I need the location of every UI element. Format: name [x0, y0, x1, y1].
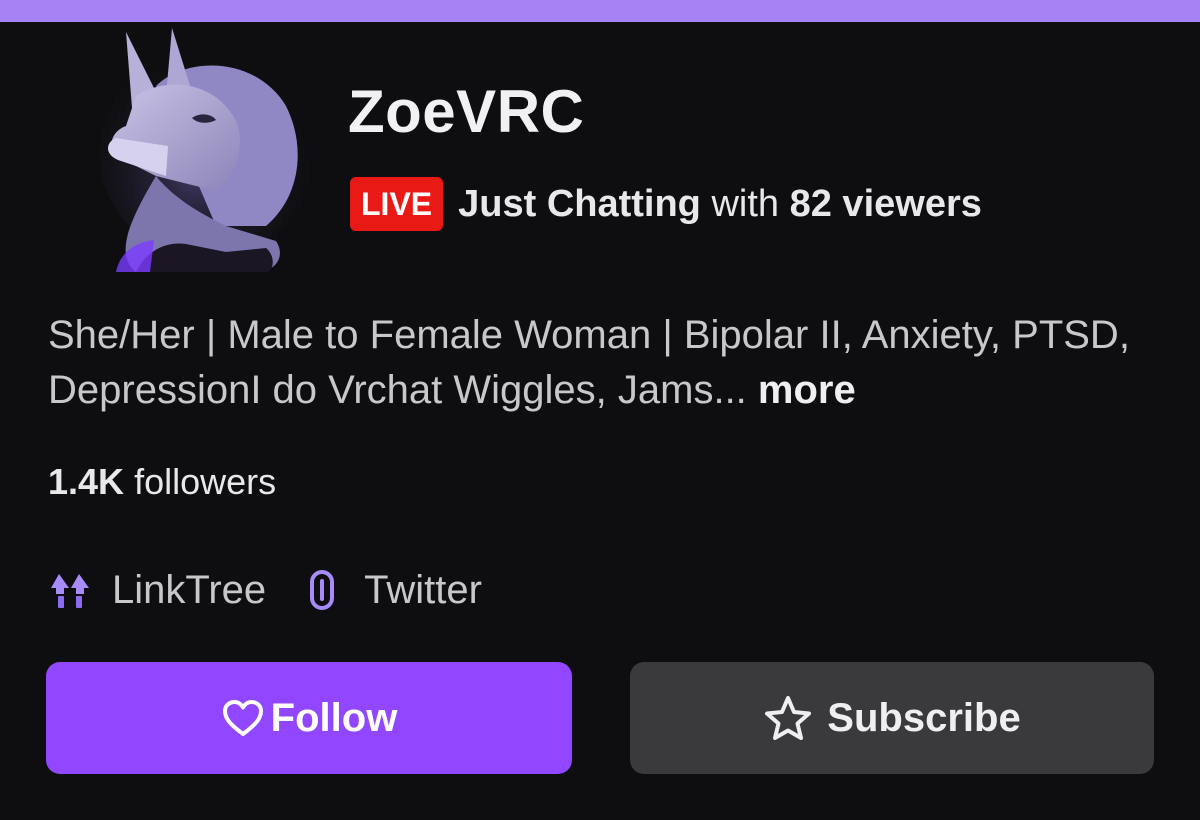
link-twitter[interactable]: Twitter — [300, 568, 482, 613]
live-status: LIVE Just Chatting with 82 viewers — [350, 176, 982, 232]
star-icon — [765, 696, 812, 740]
live-badge: LIVE — [350, 177, 444, 231]
viewer-count: 82 viewers — [789, 182, 982, 225]
subscribe-button[interactable]: Subscribe — [630, 662, 1154, 774]
category-link[interactable]: Just Chatting — [458, 183, 701, 225]
follower-count: 1.4K followers — [48, 456, 276, 508]
live-with-text: with — [711, 182, 780, 225]
bio-text: She/Her | Male to Female Woman | Bipolar… — [48, 313, 1130, 412]
link-twitter-label: Twitter — [364, 567, 482, 612]
link-chain-icon — [310, 570, 335, 610]
wolf-avatar-image — [100, 28, 312, 272]
subscribe-label: Subscribe — [827, 695, 1021, 740]
heart-icon — [222, 700, 263, 736]
avatar[interactable] — [96, 26, 314, 272]
live-description: Just Chatting with 82 viewers — [458, 183, 982, 226]
follower-label: followers — [134, 461, 277, 502]
bio-more-link[interactable]: more — [758, 368, 856, 412]
channel-bio: She/Her | Male to Female Woman | Bipolar… — [48, 308, 1158, 418]
follow-label: Follow — [270, 695, 398, 740]
follow-button[interactable]: Follow — [46, 662, 572, 774]
top-accent-bar — [0, 0, 1200, 22]
linktree-icon — [51, 574, 89, 608]
link-linktree-label: LinkTree — [112, 567, 267, 612]
link-linktree[interactable]: LinkTree — [48, 568, 266, 613]
social-links: LinkTree Twitter — [48, 560, 482, 620]
channel-name[interactable]: ZoeVRC — [348, 72, 584, 152]
follower-number: 1.4K — [48, 461, 125, 502]
